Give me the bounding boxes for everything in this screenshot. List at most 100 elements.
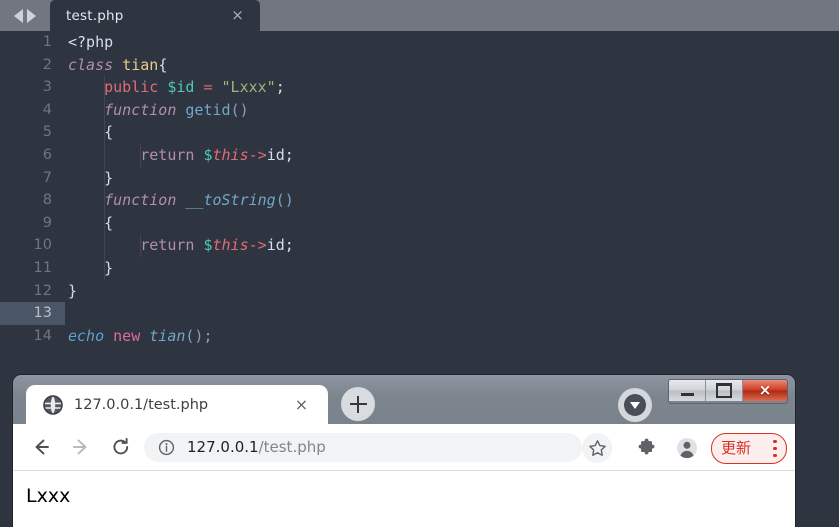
token-sigil: $ [203, 145, 213, 164]
code-text: function getid() [68, 99, 249, 122]
token-brace: { [158, 55, 168, 74]
token-arrow: -> [248, 145, 267, 164]
close-icon[interactable]: × [229, 7, 246, 24]
extensions-button[interactable] [632, 433, 662, 463]
token-new: new [113, 326, 141, 345]
token-brace: } [68, 281, 78, 300]
code-line: 2 class tian{ [0, 54, 839, 77]
person-icon [677, 438, 697, 459]
line-number: 2 [42, 56, 52, 73]
plus-icon-vertical [356, 395, 360, 413]
code-line: 5 { [0, 121, 839, 144]
editor-tab-bar: test.php × [0, 0, 839, 31]
forward-button[interactable] [66, 432, 96, 462]
reload-button[interactable] [106, 432, 136, 462]
code-text: <?php [68, 31, 113, 54]
page-viewport: Lxxx [13, 470, 795, 527]
update-button-label: 更新 [721, 439, 752, 457]
token-property: id; [266, 145, 294, 164]
line-number: 12 [33, 282, 52, 299]
token-semicolon: ; [275, 78, 285, 97]
line-number: 9 [42, 214, 52, 231]
line-number: 6 [42, 146, 52, 163]
token-assign: = [203, 78, 213, 97]
dot [773, 453, 777, 457]
line-number: 14 [33, 327, 52, 344]
close-window-button[interactable]: × [743, 380, 787, 401]
url-host: 127.0.0.1 [187, 438, 259, 456]
three-dots-icon[interactable] [773, 440, 777, 457]
dot [773, 446, 777, 451]
token-class-name: tian [149, 326, 186, 345]
token-variable: $id [167, 78, 195, 97]
line-number: 4 [42, 101, 52, 118]
code-line: 9 { [0, 211, 839, 235]
token-return: return [140, 236, 195, 255]
arrow-right-icon [73, 439, 87, 455]
line-number: 11 [33, 259, 52, 276]
token-parens: () [275, 191, 294, 210]
puzzle-piece-icon [638, 438, 655, 455]
minimize-icon [680, 392, 694, 396]
window-title-bar[interactable]: × 127.0.0.1/test.php × [13, 375, 795, 424]
arrow-left-icon [35, 439, 49, 455]
star-icon [588, 439, 606, 456]
back-button[interactable] [26, 432, 56, 462]
reload-icon [113, 437, 129, 455]
code-text: class tian{ [68, 54, 167, 77]
update-button[interactable]: 更新 [711, 433, 787, 464]
code-line: 14 echo new tian(); [0, 325, 839, 348]
line-number: 13 [33, 305, 52, 322]
code-line: 6 return $this->id; [0, 143, 839, 167]
code-text: return $this->id; [68, 144, 294, 167]
bookmark-button[interactable] [582, 433, 612, 463]
token-echo: echo [68, 326, 105, 345]
code-line: 4 function getid() [0, 98, 839, 122]
editor-tab-test-php[interactable]: test.php × [50, 0, 260, 31]
new-tab-button[interactable] [341, 387, 375, 421]
line-number: 8 [42, 192, 52, 209]
line-number: 7 [42, 169, 52, 186]
token-sigil: $ [203, 236, 213, 255]
browser-window: × 127.0.0.1/test.php × 127.0.0.1/test.ph… [13, 375, 795, 527]
minimize-button[interactable] [669, 380, 706, 401]
browser-toolbar: 127.0.0.1/test.php 更新 [13, 424, 795, 470]
code-line: 3 public $id = "Lxxx"; [0, 76, 839, 99]
caret-down-icon [630, 402, 640, 409]
maximize-button[interactable] [706, 380, 743, 401]
close-icon[interactable]: × [292, 395, 311, 414]
line-number: 1 [42, 34, 52, 50]
code-text: echo new tian(); [68, 325, 213, 348]
code-line: 12 } [0, 280, 839, 303]
close-icon: × [758, 381, 772, 399]
code-line: 1 <?php [0, 31, 839, 54]
token-brace: { [104, 123, 114, 142]
token-parens: () [230, 100, 249, 119]
token-php-open: <?php [68, 33, 114, 51]
editor-tab-nav-arrows[interactable] [0, 0, 50, 31]
line-number: 10 [33, 237, 52, 254]
triangle-left-icon[interactable] [14, 8, 23, 23]
browser-tab[interactable]: 127.0.0.1/test.php × [26, 385, 328, 424]
token-function-keyword: function [104, 100, 177, 119]
page-body-text: Lxxx [26, 485, 71, 507]
code-line: 10 return $this->id; [0, 234, 839, 257]
code-text: } [68, 257, 113, 280]
url-path: /test.php [258, 438, 326, 456]
tab-search-button[interactable] [618, 388, 652, 422]
token-arrow: -> [248, 236, 267, 255]
browser-tab-title: 127.0.0.1/test.php [74, 397, 209, 413]
address-bar-url: 127.0.0.1/test.php [187, 433, 326, 462]
code-line: 11 } [0, 256, 839, 280]
caret-down-circle-icon [624, 394, 646, 416]
token-brace: { [104, 213, 114, 232]
info-circle-icon[interactable] [158, 439, 175, 456]
token-function-name: __toString [185, 191, 276, 210]
profile-button[interactable] [672, 433, 702, 463]
triangle-right-icon[interactable] [27, 8, 36, 23]
address-bar[interactable]: 127.0.0.1/test.php [144, 433, 582, 462]
window-controls: × [668, 379, 788, 404]
code-line-active: 13 [0, 302, 839, 325]
code-text: return $this->id; [68, 234, 294, 257]
editor-tab-label: test.php [66, 7, 124, 24]
